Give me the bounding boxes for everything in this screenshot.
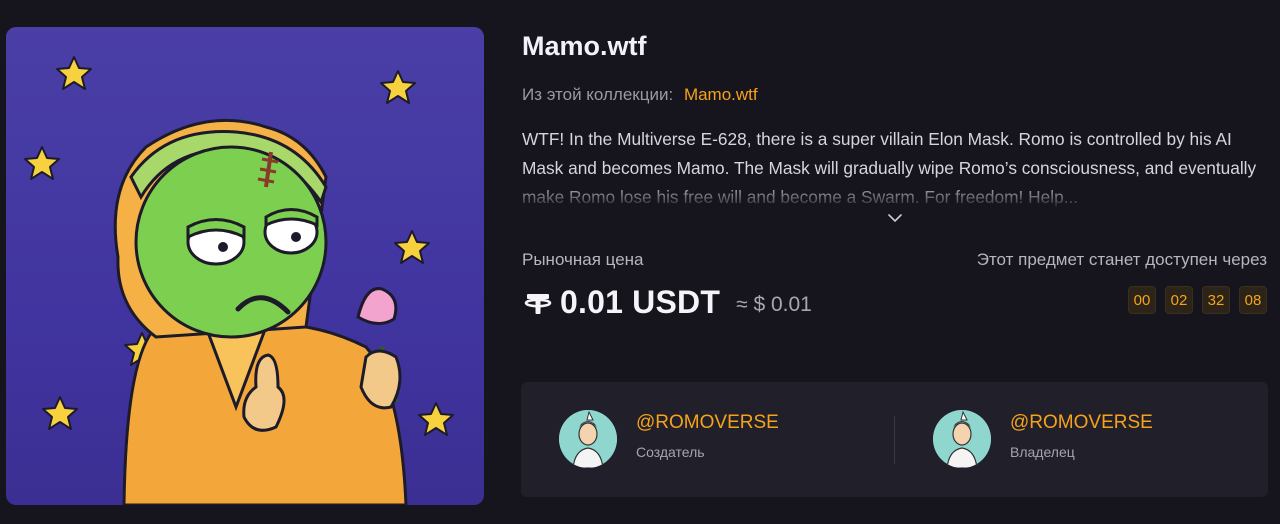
availability-label: Этот предмет станет доступен через <box>976 250 1267 269</box>
owner-handle: @ROMOVERSE <box>1010 412 1153 433</box>
owner-avatar <box>933 410 991 468</box>
tether-icon <box>524 293 552 314</box>
creator-role-label: Создатель <box>636 444 705 460</box>
countdown-hours: 02 <box>1165 286 1193 314</box>
collection-label: Из этой коллекции: <box>522 85 674 104</box>
card-divider <box>894 416 895 464</box>
chevron-down-icon <box>888 214 902 223</box>
expand-description-button[interactable] <box>885 210 905 226</box>
price-value: 0.01 USDT <box>560 284 721 320</box>
countdown-minutes: 32 <box>1202 286 1230 314</box>
collection-link[interactable]: Mamo.wtf <box>684 85 758 104</box>
creator-owner-card: @ROMOVERSE Создатель @ROMOVERSE Владелец <box>521 382 1268 497</box>
nft-title: Mamo.wtf <box>522 31 647 61</box>
countdown-seconds: 08 <box>1239 286 1267 314</box>
nft-artwork[interactable] <box>6 27 484 505</box>
countdown-timer: 00 02 32 08 <box>1128 286 1267 314</box>
creator-handle: @ROMOVERSE <box>636 412 779 433</box>
creator-avatar <box>559 410 617 468</box>
owner-profile[interactable]: @ROMOVERSE Владелец <box>933 410 1153 468</box>
owner-role-label: Владелец <box>1010 444 1075 460</box>
price-approx-usd: ≈ $ 0.01 <box>736 292 812 316</box>
nft-detail-page: Mamo.wtf Из этой коллекции: Mamo.wtf WTF… <box>0 0 1280 524</box>
countdown-days: 00 <box>1128 286 1156 314</box>
creator-profile[interactable]: @ROMOVERSE Создатель <box>559 410 779 468</box>
nft-description: WTF! In the Multiverse E-628, there is a… <box>522 129 1257 207</box>
price-row: 0.01 USDT ≈ $ 0.01 <box>522 284 812 321</box>
collection-row: Из этой коллекции: Mamo.wtf <box>522 85 758 105</box>
market-price-label: Рыночная цена <box>522 250 644 269</box>
